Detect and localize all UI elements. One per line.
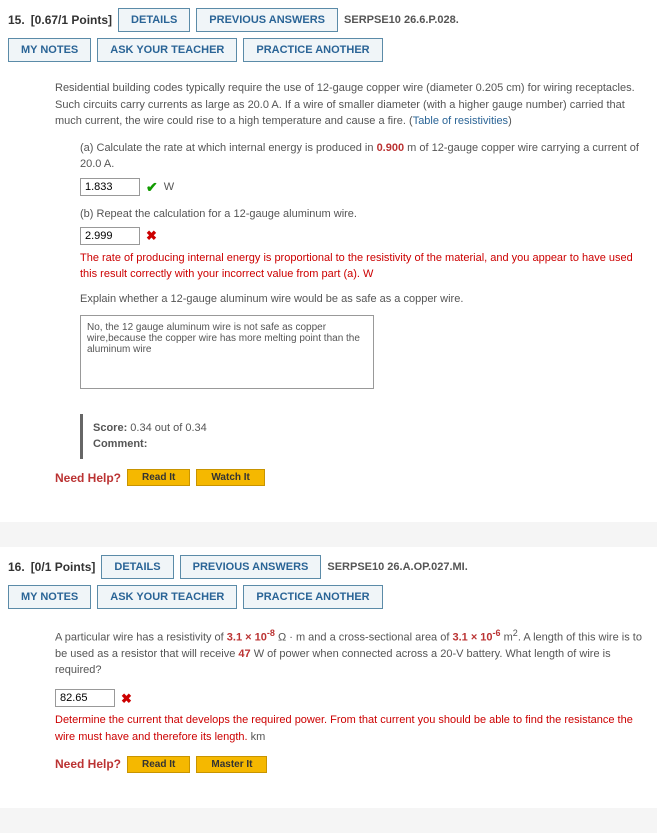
question-body: A particular wire has a resistivity of 3… [0,619,657,789]
question-header: 15. [0.67/1 Points] DETAILS PREVIOUS ANS… [0,0,657,72]
score-label: Score: [93,422,127,434]
resistivity-exp: -8 [267,628,275,638]
my-notes-button[interactable]: MY NOTES [8,585,91,609]
part-b-input[interactable] [80,227,140,245]
source-ref: SERPSE10 26.6.P.028. [344,14,459,26]
part-c-textarea[interactable] [80,315,374,389]
given-length: 0.900 [377,142,405,154]
cross-icon: ✖ [146,226,157,246]
question-15: 15. [0.67/1 Points] DETAILS PREVIOUS ANS… [0,0,657,522]
part-b-answer-row: ✖ [80,226,649,246]
comment-label: Comment: [93,438,147,450]
my-notes-button[interactable]: MY NOTES [8,38,91,62]
points: [0/1 Points] [31,560,96,574]
previous-answers-button[interactable]: PREVIOUS ANSWERS [196,8,338,32]
practice-another-button[interactable]: PRACTICE ANOTHER [243,38,382,62]
read-it-button[interactable]: Read It [127,756,190,773]
question-header: 16. [0/1 Points] DETAILS PREVIOUS ANSWER… [0,547,657,619]
score-value: 0.34 out of 0.34 [127,422,207,434]
answer-input[interactable] [55,689,115,707]
ask-teacher-button[interactable]: ASK YOUR TEACHER [97,585,237,609]
need-help-label: Need Help? [55,469,121,487]
ask-teacher-button[interactable]: ASK YOUR TEACHER [97,38,237,62]
feedback: Determine the current that develops the … [55,712,649,745]
watch-it-button[interactable]: Watch It [196,469,265,486]
area-coeff: 3.1 [452,631,467,643]
source-ref: SERPSE10 26.A.OP.027.MI. [327,561,467,573]
answer-row: ✖ [55,689,649,709]
part-c-label: Explain whether a 12-gauge aluminum wire… [80,291,649,308]
question-body: Residential building codes typically req… [0,72,657,502]
question-number: 16. [8,560,25,574]
part-a-label: (a) Calculate the rate at which internal… [80,140,649,173]
question-number: 15. [8,13,25,27]
check-icon: ✔ [146,177,158,198]
points: [0.67/1 Points] [31,13,112,27]
previous-answers-button[interactable]: PREVIOUS ANSWERS [180,555,322,579]
separator [0,522,657,547]
part-a-unit: W [164,179,174,196]
resistivity-coeff: 3.1 [227,631,242,643]
part-b-feedback: The rate of producing internal energy is… [80,250,649,283]
cross-icon: ✖ [121,689,132,709]
part-b-label: (b) Repeat the calculation for a 12-gaug… [80,206,649,223]
details-button[interactable]: DETAILS [101,555,173,579]
part-a-answer-row: ✔ W [80,177,649,198]
need-help-row: Need Help? Read It Master It [55,755,649,773]
details-button[interactable]: DETAILS [118,8,190,32]
area-exp: -6 [493,628,501,638]
practice-another-button[interactable]: PRACTICE ANOTHER [243,585,382,609]
resistivities-link[interactable]: Table of resistivities [413,115,508,127]
separator [0,808,657,833]
score-box: Score: 0.34 out of 0.34 Comment: [80,414,649,459]
need-help-label: Need Help? [55,755,121,773]
need-help-row: Need Help? Read It Watch It [55,469,649,487]
question-text: A particular wire has a resistivity of 3… [55,627,649,679]
question-intro: Residential building codes typically req… [55,80,649,130]
question-16: 16. [0/1 Points] DETAILS PREVIOUS ANSWER… [0,547,657,809]
power-value: 47 [238,648,250,660]
read-it-button[interactable]: Read It [127,469,190,486]
part-a-input[interactable] [80,178,140,196]
master-it-button[interactable]: Master It [196,756,267,773]
